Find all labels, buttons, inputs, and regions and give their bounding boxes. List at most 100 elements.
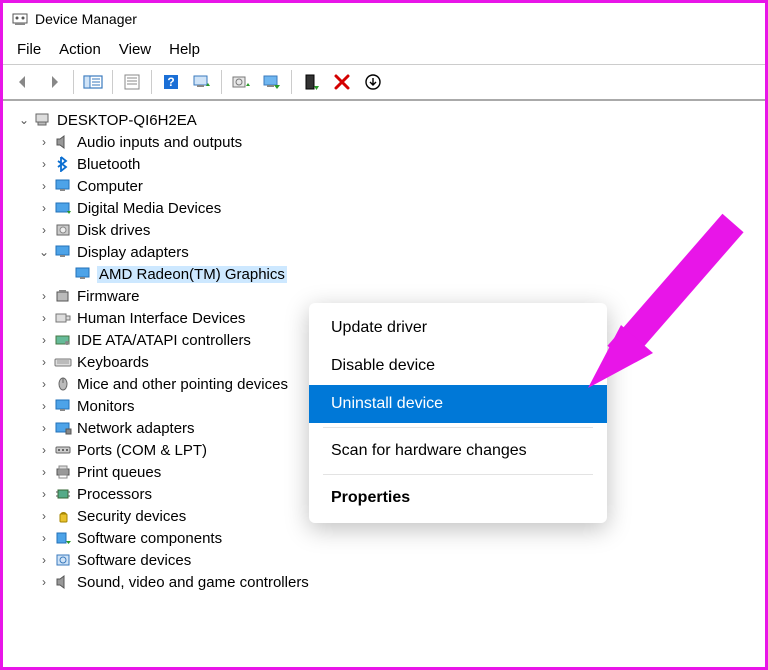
expand-chevron[interactable]: › (35, 531, 53, 545)
tree-item-label: Ports (COM & LPT) (77, 442, 207, 459)
tree-item-17[interactable]: › Software components (7, 527, 761, 549)
expand-chevron[interactable]: › (35, 509, 53, 523)
context-menu: Update driverDisable deviceUninstall dev… (309, 303, 607, 523)
window-title: Device Manager (35, 11, 137, 27)
context-item-uninstall-device[interactable]: Uninstall device (309, 385, 607, 423)
title-bar: Device Manager (3, 3, 765, 35)
tree-child-5-0[interactable]: AMD Radeon(TM) Graphics (7, 263, 761, 285)
expand-chevron[interactable]: › (35, 201, 53, 215)
svg-text:?: ? (167, 75, 174, 89)
disk-icon (53, 221, 73, 239)
expand-chevron[interactable]: › (35, 179, 53, 193)
monitor-icon (53, 397, 73, 415)
media-icon (53, 199, 73, 217)
expand-chevron[interactable]: › (35, 223, 53, 237)
context-separator (323, 427, 593, 428)
expand-chevron[interactable]: › (35, 553, 53, 567)
help-button[interactable]: ? (157, 68, 185, 96)
menu-action[interactable]: Action (59, 41, 101, 58)
properties-button[interactable] (118, 68, 146, 96)
tree-item-label: Audio inputs and outputs (77, 134, 242, 151)
tree-item-4[interactable]: › Disk drives (7, 219, 761, 241)
tree-item-label: Software devices (77, 552, 191, 569)
disable-device-button[interactable] (258, 68, 286, 96)
app-icon (11, 10, 29, 28)
tree-item-label: Computer (77, 178, 143, 195)
tree-item-18[interactable]: › Software devices (7, 549, 761, 571)
firmware-icon (53, 287, 73, 305)
bluetooth-icon (53, 155, 73, 173)
menu-bar: File Action View Help (3, 35, 765, 65)
tree-item-label: Firmware (77, 288, 140, 305)
security-icon (53, 507, 73, 525)
expand-chevron[interactable]: › (35, 289, 53, 303)
tree-item-label: Sound, video and game controllers (77, 574, 309, 591)
expand-chevron[interactable]: › (35, 157, 53, 171)
context-item-disable-device[interactable]: Disable device (309, 347, 607, 385)
menu-file[interactable]: File (17, 41, 41, 58)
tree-item-0[interactable]: › Audio inputs and outputs (7, 131, 761, 153)
tree-item-label: IDE ATA/ATAPI controllers (77, 332, 251, 349)
tree-item-label: Keyboards (77, 354, 149, 371)
menu-help[interactable]: Help (169, 41, 200, 58)
delete-button[interactable] (328, 68, 356, 96)
context-item-scan-for-hardware-changes[interactable]: Scan for hardware changes (309, 432, 607, 470)
expand-chevron[interactable]: › (35, 421, 53, 435)
expand-chevron[interactable]: › (35, 333, 53, 347)
tree-item-label: Network adapters (77, 420, 195, 437)
network-icon (53, 419, 73, 437)
port-icon (53, 441, 73, 459)
tree-item-label: Mice and other pointing devices (77, 376, 288, 393)
show-hide-console-button[interactable] (79, 68, 107, 96)
ide-icon (53, 331, 73, 349)
cpu-icon (53, 485, 73, 503)
expand-chevron[interactable]: › (35, 377, 53, 391)
uninstall-device-button[interactable] (297, 68, 325, 96)
tree-item-3[interactable]: › Digital Media Devices (7, 197, 761, 219)
mouse-icon (53, 375, 73, 393)
expand-chevron[interactable]: ⌄ (35, 245, 53, 259)
speaker-icon (53, 573, 73, 591)
keyboard-icon (53, 353, 73, 371)
expand-chevron[interactable]: › (35, 575, 53, 589)
pc-icon (33, 111, 53, 129)
tree-item-5[interactable]: ⌄ Display adapters (7, 241, 761, 263)
context-item-properties[interactable]: Properties (309, 479, 607, 517)
tree-item-label: Human Interface Devices (77, 310, 245, 327)
expand-chevron[interactable]: ⌄ (15, 113, 33, 127)
tree-item-label: Digital Media Devices (77, 200, 221, 217)
action-menu-button[interactable] (359, 68, 387, 96)
monitor-icon (53, 243, 73, 261)
expand-chevron[interactable]: › (35, 465, 53, 479)
context-separator (323, 474, 593, 475)
monitor-icon (73, 265, 93, 283)
scan-hardware-button[interactable] (188, 68, 216, 96)
expand-chevron[interactable]: › (35, 311, 53, 325)
expand-chevron[interactable]: › (35, 487, 53, 501)
update-driver-button[interactable] (227, 68, 255, 96)
forward-button[interactable] (40, 68, 68, 96)
tree-item-label: Disk drives (77, 222, 150, 239)
expand-chevron[interactable]: › (35, 355, 53, 369)
expand-chevron[interactable]: › (35, 135, 53, 149)
toolbar: ? (3, 65, 765, 101)
tree-item-label: AMD Radeon(TM) Graphics (97, 266, 287, 283)
tree-item-label: Display adapters (77, 244, 189, 261)
expand-chevron[interactable]: › (35, 399, 53, 413)
software2-icon (53, 551, 73, 569)
tree-item-2[interactable]: › Computer (7, 175, 761, 197)
back-button[interactable] (9, 68, 37, 96)
software-icon (53, 529, 73, 547)
expand-chevron[interactable]: › (35, 443, 53, 457)
tree-item-label: Software components (77, 530, 222, 547)
tree-item-label: Processors (77, 486, 152, 503)
tree-item-label: Monitors (77, 398, 135, 415)
tree-item-label: Security devices (77, 508, 186, 525)
context-item-update-driver[interactable]: Update driver (309, 309, 607, 347)
menu-view[interactable]: View (119, 41, 151, 58)
hid-icon (53, 309, 73, 327)
tree-item-19[interactable]: › Sound, video and game controllers (7, 571, 761, 593)
tree-item-label: DESKTOP-QI6H2EA (57, 112, 197, 129)
tree-root[interactable]: ⌄ DESKTOP-QI6H2EA (7, 109, 761, 131)
tree-item-1[interactable]: ›Bluetooth (7, 153, 761, 175)
